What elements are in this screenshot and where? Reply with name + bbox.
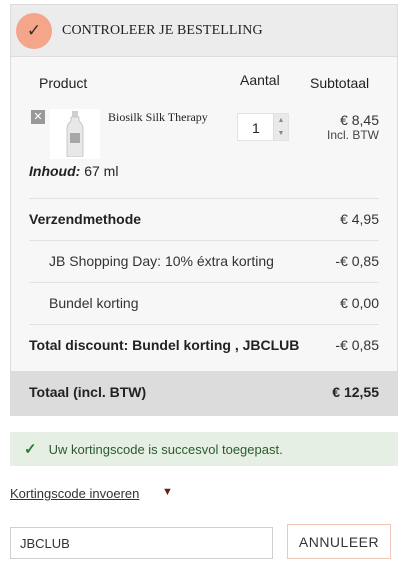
summary-label: Verzendmethode [29,211,142,227]
quantity-stepper[interactable]: 1 ▲ ▼ [237,113,289,141]
card-header: ✓ CONTROLEER JE BESTELLING [11,5,397,57]
quantity-spinner[interactable]: ▲ ▼ [273,114,288,140]
cart-item: ✕ Biosilk Silk Therapy 1 ▲ ▼ € 8,45 Incl… [11,101,397,198]
summary-label: Total discount: Bundel korting , JBCLUB [29,337,300,353]
product-image[interactable] [50,109,100,159]
spinner-up-icon[interactable]: ▲ [274,114,288,127]
summary-label: JB Shopping Day: 10% éxtra korting [49,253,274,269]
coupon-code-input[interactable] [10,527,273,559]
summary-row-shopping-day: JB Shopping Day: 10% éxtra korting -€ 0,… [29,240,379,282]
column-quantity: Aantal [240,72,280,88]
order-total: Totaal (incl. BTW) € 12,55 [11,371,397,415]
column-headers: Product Aantal Subtotaal [11,57,397,101]
summary-value: -€ 0,85 [335,253,379,269]
item-price: € 8,45 [340,112,379,128]
vat-note: Incl. BTW [326,128,379,142]
product-name[interactable]: Biosilk Silk Therapy [108,110,208,125]
checkmark-icon: ✓ [16,12,52,49]
summary-value: € 0,00 [340,295,379,311]
column-product: Product [39,75,88,91]
content-label: Inhoud: [29,163,81,179]
bottle-icon [66,111,84,157]
cancel-coupon-button[interactable]: ANNULEER [287,524,391,559]
summary-row-total-discount: Total discount: Bundel korting , JBCLUB … [29,324,379,366]
spinner-down-icon[interactable]: ▼ [274,127,288,140]
remove-icon[interactable]: ✕ [31,110,45,124]
summary-row-shipping: Verzendmethode € 4,95 [29,198,379,240]
success-notice: ✓ Uw kortingscode is succesvol toegepast… [10,432,398,466]
chevron-down-icon[interactable]: ▼ [162,486,173,498]
coupon-toggle-link[interactable]: Kortingscode invoeren [10,486,139,501]
summary-row-bundle: Bundel korting € 0,00 [29,282,379,324]
total-value: € 12,55 [332,384,379,400]
quantity-value[interactable]: 1 [252,120,260,136]
content-value: 67 ml [80,163,119,179]
success-message: Uw kortingscode is succesvol toegepast. [48,441,283,457]
summary-label: Bundel korting [49,295,139,311]
page-title: CONTROLEER JE BESTELLING [62,22,263,38]
order-review-card: ✓ CONTROLEER JE BESTELLING Product Aanta… [10,4,398,416]
total-label: Totaal (incl. BTW) [29,384,147,400]
content-info: Inhoud: 67 ml [29,163,118,179]
summary-value: € 4,95 [340,211,379,227]
summary-value: -€ 0,85 [335,337,379,353]
column-subtotal: Subtotaal [310,75,370,91]
checkmark-icon: ✓ [24,441,37,458]
